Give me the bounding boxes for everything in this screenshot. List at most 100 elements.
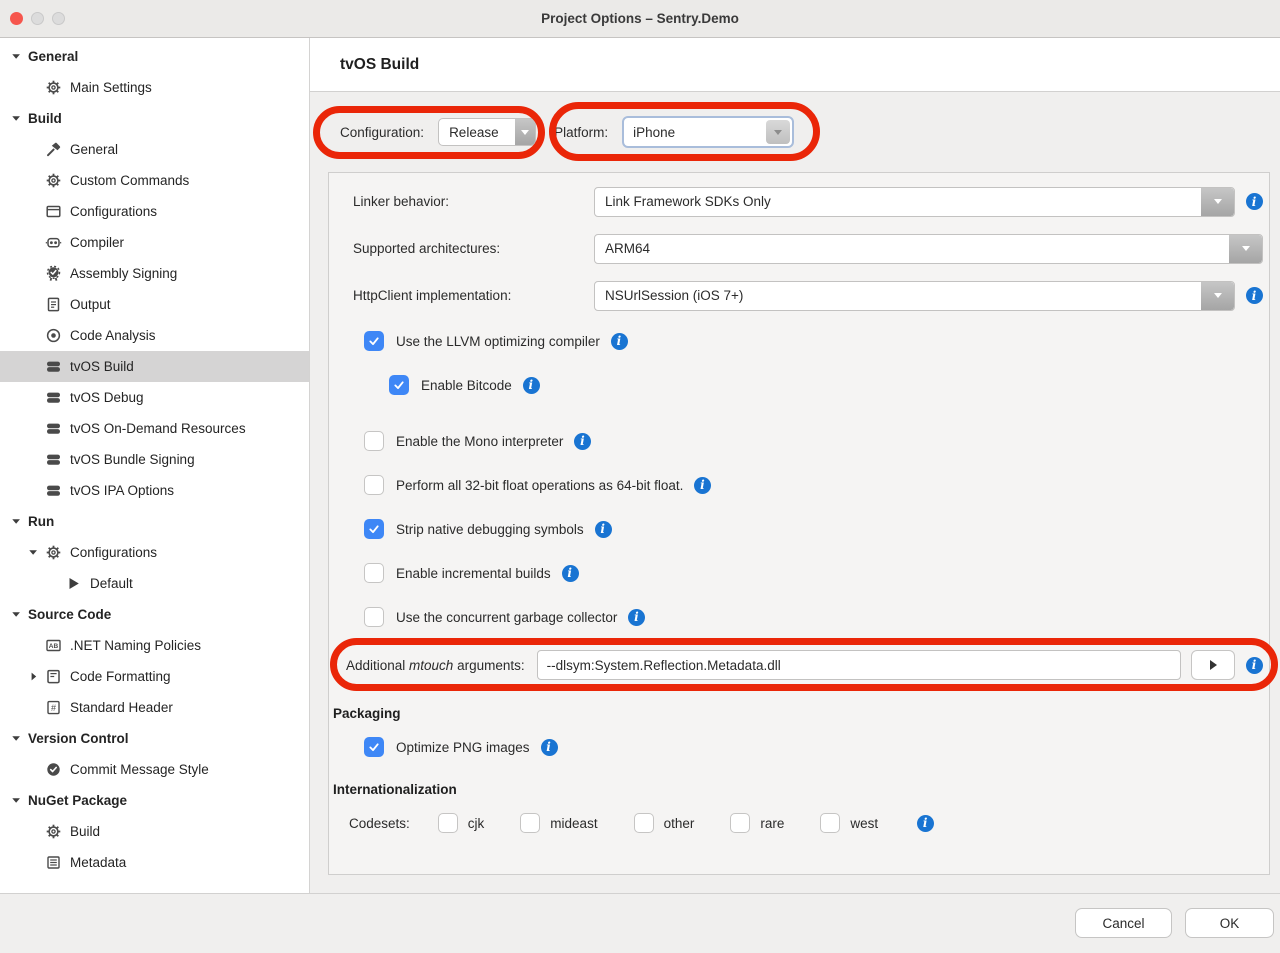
linker-behavior-select[interactable]: Link Framework SDKs Only xyxy=(594,187,1235,217)
supported-architectures-select[interactable]: ARM64 xyxy=(594,234,1263,264)
codeset-label: mideast xyxy=(550,816,597,831)
info-icon[interactable]: i xyxy=(1246,193,1263,210)
sidebar-item-tvos-debug[interactable]: tvOS Debug xyxy=(0,382,309,413)
sidebar-item-run[interactable]: Run xyxy=(0,506,309,537)
checkbox-row-enable-incremental-builds[interactable]: Enable incremental buildsi xyxy=(329,551,1269,595)
chevron-down-icon[interactable] xyxy=(10,794,28,807)
info-icon[interactable]: i xyxy=(1246,287,1263,304)
sidebar-item-version-control[interactable]: Version Control xyxy=(0,723,309,754)
doc-dash-icon xyxy=(45,668,62,685)
info-icon[interactable]: i xyxy=(694,477,711,494)
codeset-option-other[interactable]: other xyxy=(634,813,695,833)
checkbox-row-use-the-concurrent-garbage-collector[interactable]: Use the concurrent garbage collectori xyxy=(329,595,1269,639)
checkbox-label: Enable Bitcode xyxy=(421,378,512,393)
info-icon[interactable]: i xyxy=(628,609,645,626)
sidebar-item-net-naming-policies[interactable]: AB.NET Naming Policies xyxy=(0,630,309,661)
tv-icon xyxy=(45,358,62,375)
ok-button[interactable]: OK xyxy=(1185,908,1274,938)
sidebar-item-configurations[interactable]: Configurations xyxy=(0,196,309,227)
sidebar-item-nuget-package[interactable]: NuGet Package xyxy=(0,785,309,816)
checkbox-row-perform-all-32-bit-float-operations-as-64-bit-float[interactable]: Perform all 32-bit float operations as 6… xyxy=(329,463,1269,507)
sidebar-item-label: tvOS IPA Options xyxy=(70,483,174,498)
checkbox-checked-icon[interactable] xyxy=(364,331,384,351)
checkbox-row-enable-the-mono-interpreter[interactable]: Enable the Mono interpreteri xyxy=(329,419,1269,463)
checkbox-unchecked-icon[interactable] xyxy=(364,563,384,583)
sidebar-item-custom-commands[interactable]: Custom Commands xyxy=(0,165,309,196)
close-button[interactable] xyxy=(10,12,23,25)
codeset-option-rare[interactable]: rare xyxy=(730,813,784,833)
platform-select[interactable]: iPhone xyxy=(622,116,794,148)
checkbox-row-optimize-png-images[interactable]: Optimize PNG images i xyxy=(329,725,1269,769)
checkbox-unchecked-icon[interactable] xyxy=(520,813,540,833)
sidebar-item-assembly-signing[interactable]: Assembly Signing xyxy=(0,258,309,289)
checkbox-unchecked-icon[interactable] xyxy=(820,813,840,833)
expand-arguments-button[interactable] xyxy=(1191,650,1235,680)
minimize-button[interactable] xyxy=(31,12,44,25)
checkbox-unchecked-icon[interactable] xyxy=(438,813,458,833)
info-icon[interactable]: i xyxy=(523,377,540,394)
maximize-button[interactable] xyxy=(52,12,65,25)
codeset-option-cjk[interactable]: cjk xyxy=(438,813,485,833)
chevron-down-icon[interactable] xyxy=(10,515,28,528)
sidebar-item-output[interactable]: Output xyxy=(0,289,309,320)
tv-icon xyxy=(45,389,62,406)
sidebar-item-label: Commit Message Style xyxy=(70,762,209,777)
tv-icon xyxy=(45,451,62,468)
checkbox-row-enable-bitcode[interactable]: Enable Bitcode i xyxy=(329,363,1269,407)
httpclient-implementation-select[interactable]: NSUrlSession (iOS 7+) xyxy=(594,281,1235,311)
checkbox-unchecked-icon[interactable] xyxy=(634,813,654,833)
info-icon[interactable]: i xyxy=(541,739,558,756)
info-icon[interactable]: i xyxy=(574,433,591,450)
sidebar-item-main-settings[interactable]: Main Settings xyxy=(0,72,309,103)
sidebar-item-commit-message-style[interactable]: Commit Message Style xyxy=(0,754,309,785)
info-icon[interactable]: i xyxy=(562,565,579,582)
sidebar-item-code-analysis[interactable]: Code Analysis xyxy=(0,320,309,351)
chevron-right-icon[interactable] xyxy=(27,670,45,683)
checkbox-checked-icon[interactable] xyxy=(364,737,384,757)
sidebar-item-tvos-on-demand-resources[interactable]: tvOS On-Demand Resources xyxy=(0,413,309,444)
sidebar-item-general[interactable]: General xyxy=(0,134,309,165)
sidebar-item-code-formatting[interactable]: Code Formatting xyxy=(0,661,309,692)
info-icon[interactable]: i xyxy=(611,333,628,350)
platform-label: Platform: xyxy=(554,125,608,140)
sidebar-item-standard-header[interactable]: #Standard Header xyxy=(0,692,309,723)
chevron-down-icon[interactable] xyxy=(10,50,28,63)
build-settings-group: Linker behavior:Link Framework SDKs Only… xyxy=(328,172,1270,875)
chevron-down-icon[interactable] xyxy=(27,546,45,559)
codeset-option-west[interactable]: west xyxy=(820,813,878,833)
configuration-select[interactable]: Release xyxy=(438,118,536,146)
chevron-down-icon[interactable] xyxy=(10,608,28,621)
right-triangle-icon xyxy=(1210,660,1217,670)
checkbox-checked-icon[interactable] xyxy=(389,375,409,395)
chevron-down-icon[interactable] xyxy=(10,732,28,745)
checkbox-unchecked-icon[interactable] xyxy=(364,475,384,495)
checkbox-row-use-the-llvm-optimizing-compiler[interactable]: Use the LLVM optimizing compileri xyxy=(329,319,1269,363)
sidebar-item-source-code[interactable]: Source Code xyxy=(0,599,309,630)
chevron-down-icon xyxy=(515,119,535,145)
cancel-button[interactable]: Cancel xyxy=(1075,908,1172,938)
sidebar-item-compiler[interactable]: Compiler xyxy=(0,227,309,258)
info-icon[interactable]: i xyxy=(595,521,612,538)
sidebar-item-label: General xyxy=(28,49,78,64)
checkbox-row-strip-native-debugging-symbols[interactable]: Strip native debugging symbolsi xyxy=(329,507,1269,551)
sidebar-item-tvos-build[interactable]: tvOS Build xyxy=(0,351,309,382)
checkbox-unchecked-icon[interactable] xyxy=(364,607,384,627)
internationalization-section-heading: Internationalization xyxy=(329,777,1269,801)
info-icon[interactable]: i xyxy=(917,815,934,832)
codeset-option-mideast[interactable]: mideast xyxy=(520,813,597,833)
sidebar-item-tvos-ipa-options[interactable]: tvOS IPA Options xyxy=(0,475,309,506)
sidebar-item-build[interactable]: Build xyxy=(0,816,309,847)
checkbox-checked-icon[interactable] xyxy=(364,519,384,539)
info-icon[interactable]: i xyxy=(1246,657,1263,674)
checkbox-label: Perform all 32-bit float operations as 6… xyxy=(396,478,683,493)
checkbox-unchecked-icon[interactable] xyxy=(364,431,384,451)
sidebar-item-configurations[interactable]: Configurations xyxy=(0,537,309,568)
sidebar-item-default[interactable]: Default xyxy=(0,568,309,599)
chevron-down-icon[interactable] xyxy=(10,112,28,125)
mtouch-arguments-input[interactable] xyxy=(537,650,1181,680)
checkbox-unchecked-icon[interactable] xyxy=(730,813,750,833)
sidebar-item-general[interactable]: General xyxy=(0,41,309,72)
sidebar-item-metadata[interactable]: Metadata xyxy=(0,847,309,878)
sidebar-item-build[interactable]: Build xyxy=(0,103,309,134)
sidebar-item-tvos-bundle-signing[interactable]: tvOS Bundle Signing xyxy=(0,444,309,475)
